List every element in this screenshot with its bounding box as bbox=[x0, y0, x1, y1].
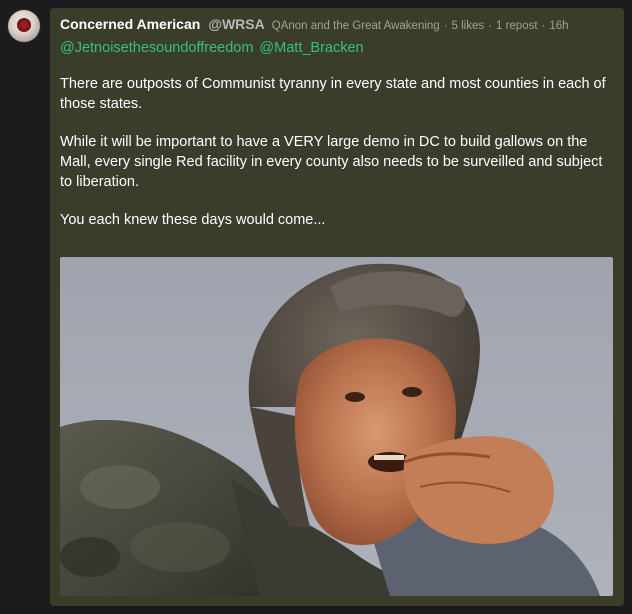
reposts-count[interactable]: 1 repost bbox=[496, 20, 538, 32]
group-name[interactable]: QAnon and the Great Awakening bbox=[272, 20, 440, 32]
post-meta: QAnon and the Great Awakening · 5 likes · 1 … bbox=[272, 20, 569, 32]
avatar-emblem-icon bbox=[17, 18, 31, 32]
post-time[interactable]: 16h bbox=[549, 20, 568, 32]
mentions-line: @Jetnoisethesoundoffreedom @Matt_Bracken bbox=[60, 40, 614, 60]
likes-count[interactable]: 5 likes bbox=[452, 20, 485, 32]
avatar[interactable] bbox=[8, 10, 40, 42]
post-body: There are outposts of Communist tyranny … bbox=[60, 74, 614, 230]
post-paragraph: There are outposts of Communist tyranny … bbox=[60, 76, 606, 112]
author-name[interactable]: Concerned American bbox=[60, 16, 200, 32]
post-paragraph: You each knew these days would come... bbox=[60, 212, 326, 228]
meta-separator: · bbox=[488, 20, 492, 32]
meta-separator: · bbox=[541, 20, 546, 32]
meta-separator: · bbox=[443, 20, 448, 32]
post-header: Concerned American @WRSA QAnon and the G… bbox=[60, 16, 614, 34]
author-handle[interactable]: @WRSA bbox=[208, 16, 264, 32]
post-view: Concerned American @WRSA QAnon and the G… bbox=[0, 0, 632, 614]
post-card: Concerned American @WRSA QAnon and the G… bbox=[50, 8, 624, 606]
mention-link[interactable]: @Matt_Bracken bbox=[259, 40, 363, 56]
mention-link[interactable]: @Jetnoisethesoundoffreedom bbox=[60, 40, 253, 56]
post-image[interactable] bbox=[60, 257, 613, 596]
post-paragraph: While it will be important to have a VER… bbox=[60, 134, 603, 190]
post-image-graphic bbox=[60, 257, 613, 596]
